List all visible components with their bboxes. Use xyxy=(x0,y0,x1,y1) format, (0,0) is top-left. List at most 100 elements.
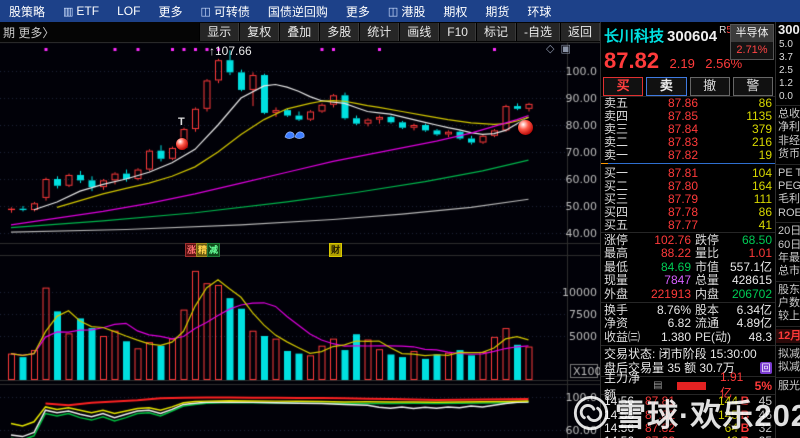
toolbar-button-返回[interactable]: 返回 xyxy=(560,23,600,41)
order-book-price: 87.77 xyxy=(638,219,728,232)
toolbar-button-标记[interactable]: 标记 xyxy=(476,23,516,41)
tick-time: 14:56 xyxy=(604,395,638,408)
nav-item-label: ETF xyxy=(76,4,99,18)
stat-row: 现量7847总量428615 xyxy=(601,274,775,287)
nav-item-label: 股策略 xyxy=(9,3,45,20)
strip-item: 非经损 xyxy=(776,135,800,148)
strip-divider xyxy=(776,164,800,165)
toolbar-button-多股[interactable]: 多股 xyxy=(319,23,359,41)
tick-price: 87.81 xyxy=(638,395,682,408)
nav-item-环球[interactable]: 环球 xyxy=(518,3,560,20)
order-book-level-label: 卖一 xyxy=(604,149,638,162)
nav-item-可转债[interactable]: ◫可转债 xyxy=(191,3,258,20)
toolbar-button-复权[interactable]: 复权 xyxy=(239,23,279,41)
order-book-volume: 41 xyxy=(728,219,772,232)
toolbar-button-F10[interactable]: F10 xyxy=(439,23,476,41)
tick-extra: 46 xyxy=(752,409,772,422)
strip-item: 3.7 xyxy=(776,51,800,64)
after-hours-icon[interactable]: 回 xyxy=(760,362,772,374)
nav-item-更多[interactable]: 更多 xyxy=(337,3,379,20)
stat-label: PE(动) xyxy=(695,331,729,344)
order-book-level-label: 买五 xyxy=(604,219,638,232)
strip-item: 总收入 xyxy=(776,108,800,121)
nav-item-LOF[interactable]: LOF xyxy=(108,4,149,18)
trade-button-撤[interactable]: 撤 xyxy=(690,77,730,96)
strip-item: 1.2 xyxy=(776,77,800,90)
stat-value: 557.1亿 xyxy=(729,261,772,274)
toolbar-button-画线[interactable]: 画线 xyxy=(399,23,439,41)
trade-button-警[interactable]: 警 xyxy=(733,77,773,96)
stat-value: 1.380 xyxy=(644,331,691,344)
tick-extra: 32 xyxy=(752,422,772,435)
stat-label: 收益㈢ xyxy=(604,331,644,344)
tick-row: 14:5687.8264B32 xyxy=(601,422,775,435)
nav-item-期权[interactable]: 期权 xyxy=(434,3,476,20)
toolbar-button-统计[interactable]: 统计 xyxy=(359,23,399,41)
t-marker: T xyxy=(178,116,185,128)
tick-side: B xyxy=(738,409,752,422)
nav-item-ETF[interactable]: ▥ETF xyxy=(54,4,108,18)
chart-icon: ▥ xyxy=(63,5,73,18)
red-ball-marker-icon[interactable] xyxy=(176,138,188,150)
stat-value: 221913 xyxy=(644,288,691,301)
stat-value: 102.76 xyxy=(644,234,691,247)
strip-divider xyxy=(776,105,800,106)
fundamental-strip[interactable]: 30065.03.72.51.20.0总收入净利润非经损货币资PE TTMPEG… xyxy=(775,22,800,438)
strip-divider xyxy=(776,222,800,223)
period-more-label[interactable]: 期 更多〉 xyxy=(0,24,54,41)
last-price: 87.82 xyxy=(604,48,659,73)
quote-header: 长川科技300604R500 半导体 2.71% 87.82 2.19 2.56… xyxy=(601,22,775,97)
stock-name[interactable]: 长川科技 xyxy=(604,28,664,45)
toolbar-button-显示[interactable]: 显示 xyxy=(199,23,239,41)
tick-side: B xyxy=(738,422,752,435)
toolbar-button-叠加[interactable]: 叠加 xyxy=(279,23,319,41)
sector-name[interactable]: 半导体 xyxy=(731,25,773,42)
stat-value: 206702 xyxy=(729,288,772,301)
kline-chart-canvas[interactable] xyxy=(0,42,600,438)
trade-button-卖[interactable]: 卖 xyxy=(646,77,686,96)
strip-item: PEG xyxy=(776,180,800,193)
tick-time: 14:56 xyxy=(604,409,638,422)
red-ball-marker-icon[interactable] xyxy=(518,120,533,135)
blue-shoes-marker-icon[interactable] xyxy=(284,128,306,146)
tick-row: 14:5687.82145B46 xyxy=(601,409,775,422)
tick-volume: 64 xyxy=(682,422,738,435)
stat-value: 6.82 xyxy=(644,317,691,330)
strip-divider xyxy=(776,281,800,282)
event-tag-减[interactable]: 减 xyxy=(207,243,220,257)
event-tag-财[interactable]: 财 xyxy=(329,243,342,257)
main-flow-pct: 5% xyxy=(755,379,772,393)
nav-item-label: 期货 xyxy=(485,3,509,20)
stat-label: 跌停 xyxy=(695,234,729,247)
stat-value: 84.69 xyxy=(644,261,691,274)
nav-item-港股[interactable]: ◫港股 xyxy=(379,3,434,20)
order-book-row[interactable]: 卖一87.8219 xyxy=(601,149,775,162)
nav-item-国债逆回购[interactable]: 国债逆回购 xyxy=(259,3,337,20)
strip-item: 60日 xyxy=(776,239,800,252)
nav-item-label: 国债逆回购 xyxy=(268,3,328,20)
toolbar-button--自选[interactable]: -自选 xyxy=(516,23,560,41)
nav-item-更多[interactable]: 更多 xyxy=(149,3,191,20)
stat-row: 收益㈢1.380PE(动)48.3 xyxy=(601,331,775,344)
trade-button-买[interactable]: 买 xyxy=(603,77,643,96)
panel-icon[interactable]: ▣ xyxy=(560,42,570,55)
order-book: 卖五87.8686卖四87.851135卖三87.84379卖二87.83216… xyxy=(601,97,775,233)
stat-value: 428615 xyxy=(729,274,772,287)
nav-item-期货[interactable]: 期货 xyxy=(476,3,518,20)
nav-item-label: 更多 xyxy=(158,3,182,20)
toolbar-buttons: 显示复权叠加多股统计画线F10标记-自选返回 xyxy=(199,23,600,41)
nav-item-股策略[interactable]: 股策略 xyxy=(0,3,54,20)
stat-value: 7847 xyxy=(644,274,691,287)
stat-label: 量比 xyxy=(695,247,729,260)
stat-label: 外盘 xyxy=(604,288,644,301)
order-book-row[interactable]: 买五87.7741 xyxy=(601,219,775,232)
sector-badge[interactable]: 半导体 2.71% xyxy=(730,24,774,60)
diamond-icon[interactable]: ◇ xyxy=(546,42,554,55)
strip-item: 总市值 xyxy=(776,265,800,278)
stat-label: 现量 xyxy=(604,274,644,287)
strip-item: 3006 xyxy=(776,22,800,38)
main-capital-flow-row[interactable]: 主力净额 ▤ 1.91亿 5% xyxy=(601,377,775,395)
stat-label: 净资 xyxy=(604,317,644,330)
strip-item: 年最高 xyxy=(776,252,800,265)
stat-label: 内盘 xyxy=(695,288,729,301)
